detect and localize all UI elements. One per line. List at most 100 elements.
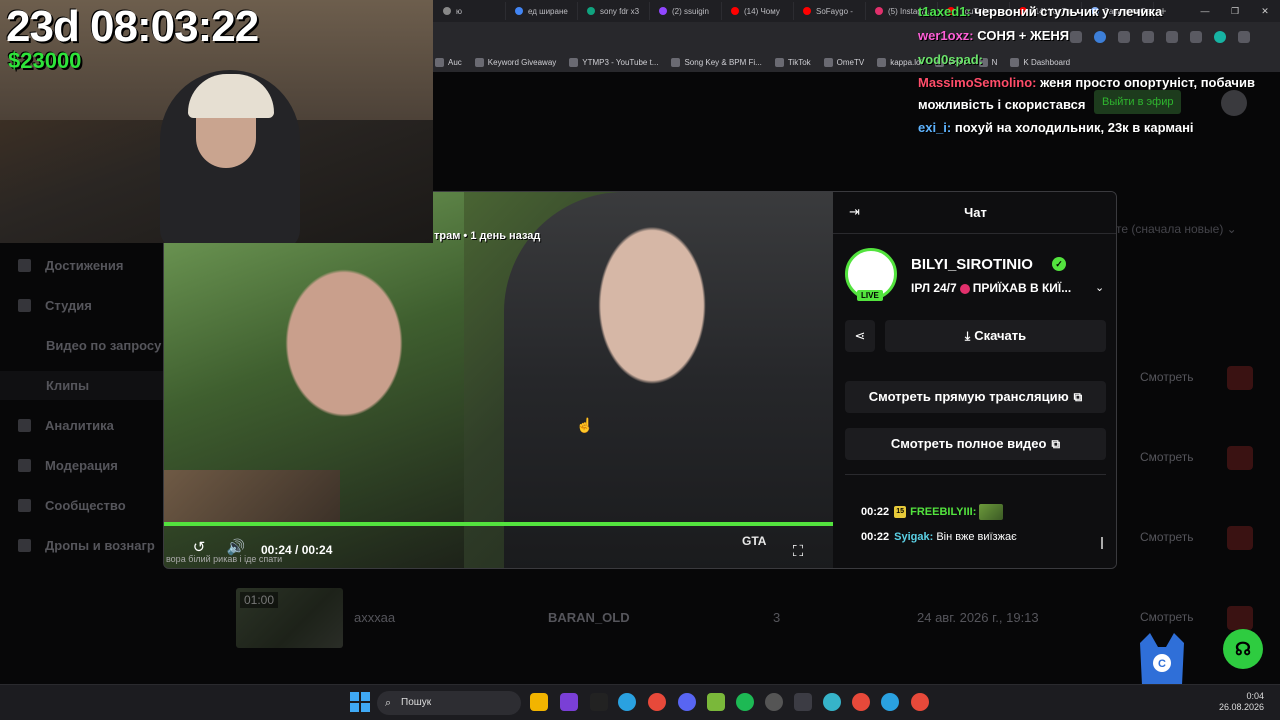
tab-favicon-icon bbox=[659, 7, 667, 15]
clip-side-panel: ⇥ Чат LIVE BILYI_SIROTINIO ✓ ІРЛ 24/7 ПРИ… bbox=[833, 192, 1116, 568]
bookmark-item[interactable]: Keyword Giveaway bbox=[474, 57, 556, 67]
bookmark-item[interactable]: YTMP3 - YouTube t... bbox=[569, 57, 658, 67]
browser-tab[interactable]: ед ширане bbox=[506, 2, 578, 20]
delete-button[interactable] bbox=[1227, 526, 1253, 550]
studio-icon bbox=[18, 299, 31, 312]
emote-icon bbox=[979, 504, 1004, 520]
go-live-button[interactable]: Выйти в эфир bbox=[1094, 90, 1182, 114]
chrome-icon[interactable] bbox=[852, 693, 870, 711]
tab-favicon-icon bbox=[515, 7, 523, 15]
sidebar-item-vod[interactable]: Видео по запросу bbox=[46, 338, 161, 353]
browser-tab[interactable]: SoFaygo - bbox=[794, 2, 866, 20]
browser-tab[interactable]: (14) Чому bbox=[722, 2, 794, 20]
sidebar-item-studio[interactable]: Студия bbox=[18, 298, 92, 313]
tab-favicon-icon bbox=[587, 7, 595, 15]
telegram-icon[interactable] bbox=[881, 693, 899, 711]
telegram-icon[interactable] bbox=[618, 693, 636, 711]
watch-link[interactable]: Смотреть bbox=[1140, 610, 1194, 624]
stream-title: ІРЛ 24/7 ПРИЇХАВ В КИЇ... bbox=[911, 281, 1072, 295]
start-button[interactable] bbox=[350, 692, 370, 712]
video-bottom-caption: вора білий рикав і іде спати bbox=[166, 554, 283, 564]
watch-full-video-button[interactable]: Смотреть полное видео ⧉ bbox=[845, 428, 1106, 460]
bookmark-item[interactable]: OmeTV bbox=[823, 57, 864, 67]
divider bbox=[845, 474, 1106, 475]
app-icon[interactable] bbox=[823, 693, 841, 711]
share-button[interactable]: ⋖ bbox=[845, 320, 875, 352]
panel-title: Чат bbox=[964, 205, 987, 220]
tab-favicon-icon bbox=[443, 7, 451, 15]
community-icon bbox=[18, 499, 31, 512]
go-live-avatar[interactable] bbox=[1221, 90, 1247, 116]
sidebar-item-moderation[interactable]: Модерация bbox=[18, 458, 118, 473]
webcam-overlay: 23d 08:03:22 $23000 bbox=[0, 0, 433, 243]
chrome-icon[interactable] bbox=[648, 693, 666, 711]
file-explorer-icon[interactable] bbox=[530, 693, 548, 711]
fullscreen-icon[interactable]: ⛶ bbox=[788, 542, 808, 562]
chat-message: 00:22 15 FREEBILYIII: bbox=[861, 504, 1004, 520]
sidebar-item-analytics[interactable]: Аналитика bbox=[18, 418, 114, 433]
delete-button[interactable] bbox=[1227, 606, 1253, 630]
system-clock[interactable]: 0:04 26.08.2026 bbox=[1204, 691, 1264, 713]
channel-name[interactable]: BILYI_SIROTINIO bbox=[911, 256, 1033, 273]
video-progress-fill bbox=[164, 522, 833, 526]
gift-icon bbox=[18, 539, 31, 552]
search-icon: ⌕ bbox=[385, 697, 392, 709]
bookmark-favicon-icon bbox=[877, 57, 887, 67]
app-icon[interactable] bbox=[560, 693, 578, 711]
app-icon[interactable] bbox=[707, 693, 725, 711]
app-icon[interactable] bbox=[794, 693, 812, 711]
bookmark-favicon-icon bbox=[774, 57, 784, 67]
app-icon[interactable] bbox=[765, 693, 783, 711]
download-button[interactable]: ⤓ Скачать bbox=[885, 320, 1106, 352]
support-headset-button[interactable]: ☊ bbox=[1223, 629, 1263, 669]
bookmark-item[interactable]: Auc bbox=[435, 57, 462, 67]
video-progress-bar[interactable] bbox=[164, 522, 833, 526]
sidebar-item-community[interactable]: Сообщество bbox=[18, 498, 126, 513]
video-player[interactable]: трам • 1 день назад ↺ 🔊 00:24 / 00:24 GT… bbox=[164, 192, 833, 568]
bookmark-item[interactable]: kappa.lol bbox=[877, 57, 922, 67]
share-icon: ⋖ bbox=[854, 328, 866, 343]
watch-link[interactable]: Смотреть bbox=[1140, 370, 1194, 384]
sort-dropdown[interactable]: те (сначала новые) ⌄ bbox=[1116, 222, 1237, 236]
svg-text:C: C bbox=[1158, 658, 1166, 670]
overlay-chat-message: vod0spad: bbox=[918, 52, 984, 67]
browser-tab[interactable]: sony fdr x3 bbox=[578, 2, 650, 20]
tab-favicon-icon bbox=[803, 7, 811, 15]
sidebar-item-achievements[interactable]: Достижения bbox=[18, 258, 123, 273]
spotify-icon[interactable] bbox=[736, 693, 754, 711]
bookmark-favicon-icon bbox=[569, 57, 579, 67]
bookmark-item[interactable]: TikTok bbox=[774, 57, 811, 67]
chat-scrollbar[interactable] bbox=[1101, 537, 1103, 549]
chrome-icon[interactable] bbox=[911, 693, 929, 711]
delete-button[interactable] bbox=[1227, 446, 1253, 470]
bookmark-item[interactable]: Song Key & BPM Fi... bbox=[671, 57, 762, 67]
browser-tab[interactable]: (2) ssuigin bbox=[650, 2, 722, 20]
table-row[interactable]: 01:00 ахххаа BARAN_OLD 3 24 авг. 2026 г.… bbox=[230, 584, 1260, 648]
photoshop-icon[interactable] bbox=[590, 693, 608, 711]
clip-duration: 01:00 bbox=[240, 592, 279, 608]
channel-info[interactable]: LIVE BILYI_SIROTINIO ✓ ІРЛ 24/7 ПРИЇХАВ В… bbox=[845, 248, 1107, 304]
bookmark-favicon-icon bbox=[823, 57, 833, 67]
sidebar-item-drops[interactable]: Дропы и вознагр bbox=[18, 538, 155, 553]
money-counter: $23000 bbox=[8, 48, 82, 73]
tab-favicon-icon bbox=[731, 7, 739, 15]
watch-link[interactable]: Смотреть bbox=[1140, 450, 1194, 464]
delete-button[interactable] bbox=[1227, 366, 1253, 390]
chevron-down-icon[interactable]: ⌄ bbox=[1095, 281, 1104, 294]
panel-header: ⇥ Чат bbox=[833, 192, 1116, 234]
analytics-icon bbox=[18, 419, 31, 432]
watch-link[interactable]: Смотреть bbox=[1140, 530, 1194, 544]
discord-icon[interactable] bbox=[678, 693, 696, 711]
video-inset bbox=[164, 470, 340, 522]
bookmark-favicon-icon bbox=[474, 57, 484, 67]
subathon-timer: 23d 08:03:22 bbox=[6, 2, 259, 51]
taskbar-search[interactable]: ⌕ Пошук bbox=[377, 691, 521, 715]
video-caption: трам • 1 день назад bbox=[434, 230, 541, 242]
tab-favicon-icon bbox=[875, 7, 883, 15]
overlay-chat: t1axed1: червоний стульчик у глечика wer1… bbox=[918, 0, 1278, 140]
external-link-icon: ⧉ bbox=[1051, 437, 1061, 451]
wrench-icon bbox=[18, 459, 31, 472]
clip-views: 3 bbox=[773, 610, 781, 625]
browser-tab[interactable]: ю bbox=[434, 2, 506, 20]
watch-live-button[interactable]: Смотреть прямую трансляцию ⧉ bbox=[845, 381, 1106, 413]
